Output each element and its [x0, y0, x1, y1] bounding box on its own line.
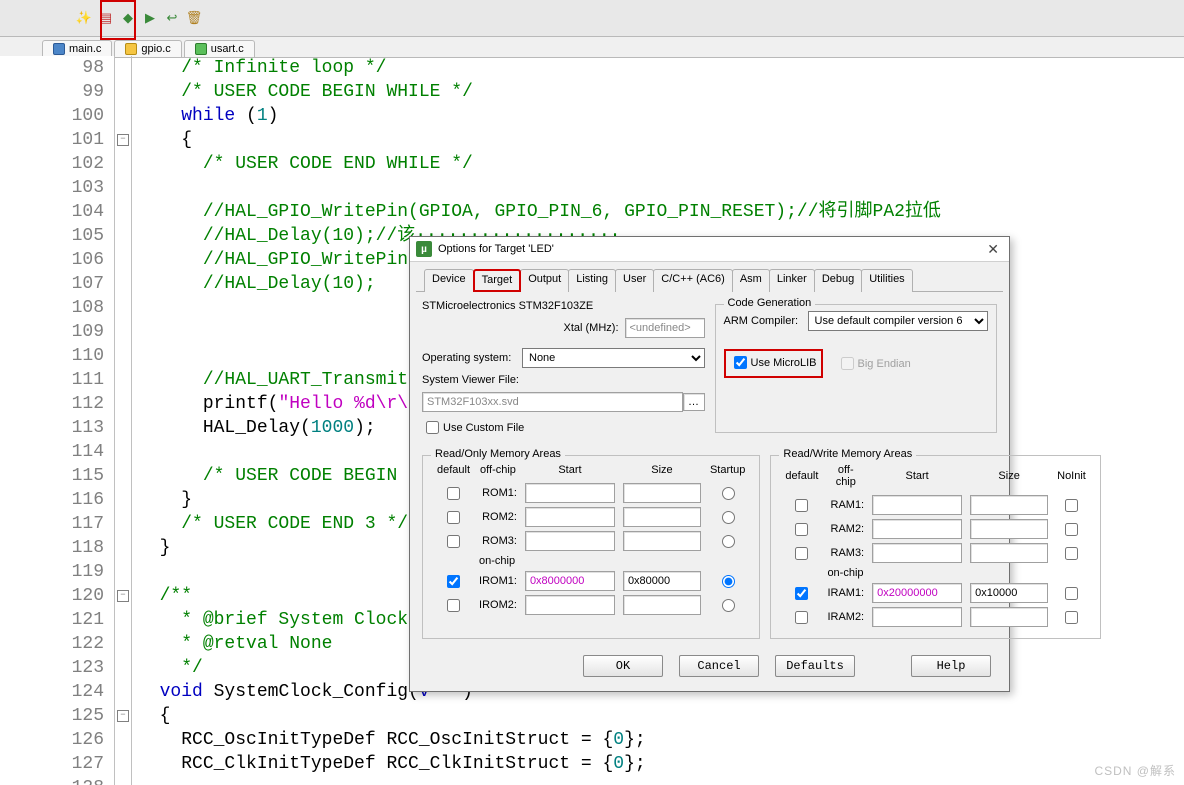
c-file-icon: [195, 43, 207, 55]
tab-linker[interactable]: Linker: [769, 269, 815, 292]
tab-utilities[interactable]: Utilities: [861, 269, 912, 292]
arm-label: ARM Compiler:: [724, 315, 808, 327]
xtal-label: Xtal (MHz):: [564, 322, 619, 334]
custom-file-label: Use Custom File: [443, 422, 524, 434]
split-icon[interactable]: ▤: [97, 9, 115, 27]
tab-listing[interactable]: Listing: [568, 269, 616, 292]
watermark: CSDN @解系: [1094, 762, 1176, 779]
ram-group: Read/Write Memory Areas defaultoff-chipS…: [770, 455, 1100, 639]
tab-c-c-ac-[interactable]: C/C++ (AC6): [653, 269, 733, 292]
bigendian-checkbox: [841, 357, 854, 370]
microlib-checkbox[interactable]: [734, 356, 747, 369]
device-label: STMicroelectronics STM32F103ZE: [422, 300, 593, 312]
rom-group: Read/Only Memory Areas defaultoff-chipSt…: [422, 455, 760, 639]
codegen-group: Code Generation ARM Compiler: Use defaul…: [715, 304, 998, 433]
app-icon: µ: [416, 241, 432, 257]
ram-title: Read/Write Memory Areas: [779, 448, 916, 460]
help-button[interactable]: Help: [911, 655, 991, 677]
xtal-input[interactable]: [625, 318, 705, 338]
tab-target[interactable]: Target: [473, 269, 522, 292]
microlib-highlight: Use MicroLIB: [724, 349, 823, 378]
cancel-button[interactable]: Cancel: [679, 655, 759, 677]
c-file-icon: [53, 43, 65, 55]
custom-file-checkbox[interactable]: [426, 421, 439, 434]
undo-icon[interactable]: ↩: [163, 9, 181, 27]
options-dialog: µ Options for Target 'LED' ✕ DeviceTarge…: [409, 236, 1010, 692]
c-file-icon: [125, 43, 137, 55]
dialog-buttons: OK Cancel Defaults Help: [410, 645, 1009, 687]
tab-label: main.c: [69, 43, 101, 55]
go-icon[interactable]: ▶: [141, 9, 159, 27]
tab-gpio-c[interactable]: gpio.c: [114, 40, 181, 57]
tab-main-c[interactable]: main.c: [42, 40, 112, 57]
ok-button[interactable]: OK: [583, 655, 663, 677]
codegen-title: Code Generation: [724, 297, 816, 309]
rom-table: defaultoff-chipStartSizeStartupROM1:ROM2…: [431, 462, 751, 618]
ram-table: defaultoff-chipStartSizeNoInitRAM1:RAM2:…: [779, 462, 1091, 630]
bin-icon[interactable]: 🗑: [185, 9, 203, 27]
dialog-titlebar[interactable]: µ Options for Target 'LED' ✕: [410, 237, 1009, 262]
microlib-label: Use MicroLIB: [751, 357, 817, 369]
svf-browse-button[interactable]: …: [683, 393, 705, 411]
tab-asm[interactable]: Asm: [732, 269, 770, 292]
tab-output[interactable]: Output: [520, 269, 569, 292]
line-gutter: 9899100101102103104105106107108109110111…: [0, 56, 115, 785]
rom-title: Read/Only Memory Areas: [431, 448, 565, 460]
fold-column[interactable]: −−−: [115, 56, 132, 785]
tab-device[interactable]: Device: [424, 269, 474, 292]
os-select[interactable]: None: [522, 348, 705, 368]
bigendian-label: Big Endian: [858, 358, 911, 370]
dialog-title: Options for Target 'LED': [438, 243, 554, 255]
tab-user[interactable]: User: [615, 269, 654, 292]
file-tabstrip: main.c gpio.c usart.c: [0, 37, 1184, 58]
cube-icon[interactable]: ◆: [119, 9, 137, 27]
close-icon[interactable]: ✕: [983, 241, 1003, 258]
tab-debug[interactable]: Debug: [814, 269, 862, 292]
arm-compiler-select[interactable]: Use default compiler version 6: [808, 311, 989, 331]
wand-icon[interactable]: ✨: [75, 9, 93, 27]
tab-usart-c[interactable]: usart.c: [184, 40, 255, 57]
svf-input[interactable]: [422, 392, 683, 412]
tab-label: usart.c: [211, 43, 244, 55]
dialog-tabstrip: DeviceTargetOutputListingUserC/C++ (AC6)…: [416, 262, 1003, 292]
defaults-button[interactable]: Defaults: [775, 655, 855, 677]
os-label: Operating system:: [422, 352, 522, 364]
tab-label: gpio.c: [141, 43, 170, 55]
toolbar: ✨ ▤ ◆ ▶ ↩ 🗑: [0, 0, 1184, 37]
svf-label: System Viewer File:: [422, 374, 519, 386]
